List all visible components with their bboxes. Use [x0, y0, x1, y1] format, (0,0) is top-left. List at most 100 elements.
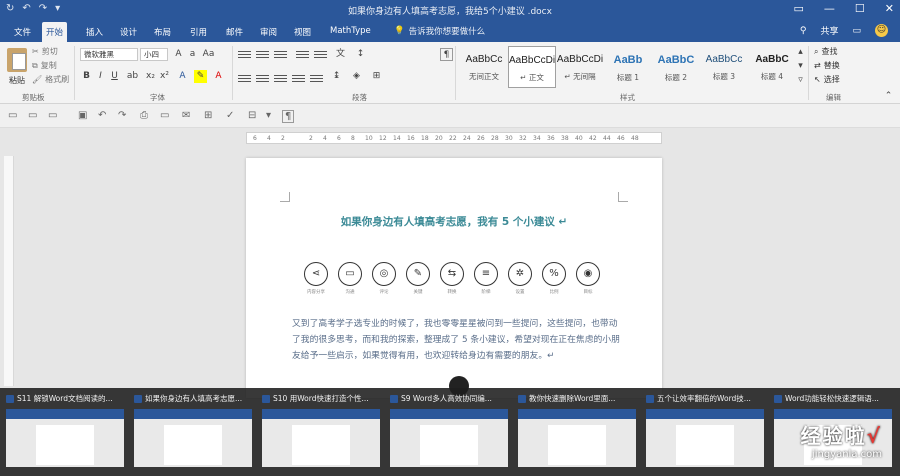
minimize-icon[interactable]: —: [824, 2, 835, 15]
tab-view[interactable]: 视图: [290, 24, 315, 40]
align-left-icon[interactable]: [238, 73, 251, 84]
paste-button[interactable]: 粘贴: [6, 46, 28, 90]
window-thumbnail[interactable]: 五个让效率翻倍的Word技...: [646, 393, 770, 473]
table-icon[interactable]: ⊞: [204, 110, 212, 121]
multilevel-list-icon[interactable]: [274, 49, 287, 60]
style-no-spacing-body[interactable]: AaBbCc 无间正文: [460, 46, 508, 88]
icon-glyph: ◉: [576, 262, 600, 286]
tell-me-search[interactable]: 💡 告诉我你想要做什么: [394, 25, 485, 37]
save-icon[interactable]: ▣: [78, 110, 87, 121]
italic-icon[interactable]: I: [94, 70, 107, 83]
spelling-icon[interactable]: ✓: [226, 110, 234, 121]
window-thumbnail[interactable]: S11 解锁Word文档阅读的...: [6, 393, 130, 473]
icon-caption: 关键: [413, 290, 423, 295]
replace-button[interactable]: ⇄ 替换: [814, 60, 840, 71]
ribbon-tabs: 文件 开始 插入 设计 布局 引用 邮件 审阅 视图 MathType 💡 告诉…: [0, 20, 900, 42]
tab-mathtype[interactable]: MathType: [326, 24, 375, 38]
close-icon[interactable]: ✕: [885, 2, 894, 15]
tab-insert[interactable]: 插入: [82, 24, 107, 40]
shrink-font-icon[interactable]: a: [186, 48, 199, 61]
decrease-indent-icon[interactable]: [296, 49, 309, 60]
maximize-icon[interactable]: ☐: [855, 2, 865, 15]
borders-icon[interactable]: ⊞: [370, 70, 383, 83]
underline-icon[interactable]: U: [108, 70, 121, 83]
bullets-icon[interactable]: [238, 49, 251, 60]
document-page[interactable]: 如果你身边有人填高考志愿，我有 5 个小建议 ↵ ⋖ 内容分享 ▭ 沟通 ◎ 评论 ✎…: [246, 158, 662, 398]
superscript-icon[interactable]: x²: [158, 70, 171, 83]
strikethrough-icon[interactable]: ab: [126, 70, 139, 83]
print-icon[interactable]: ▭: [48, 110, 57, 121]
style-heading-4[interactable]: AaBbC 标题 4: [748, 46, 796, 88]
highlight-icon[interactable]: ✎: [194, 70, 207, 83]
styles-scroll-up-icon[interactable]: ▴: [794, 46, 807, 59]
word-icon: [6, 394, 14, 403]
align-center-icon[interactable]: [256, 73, 269, 84]
window-thumbnail[interactable]: 如果你身边有人填高考志愿...: [134, 393, 258, 473]
smiley-icon[interactable]: ☺: [875, 24, 888, 37]
font-size-select[interactable]: 小四: [140, 48, 168, 61]
draw-table-icon[interactable]: ⊟: [248, 110, 256, 121]
ruler-tick: 16: [407, 135, 415, 142]
key-icon: ✎ 关键: [404, 262, 432, 302]
change-case-icon[interactable]: Aa: [202, 48, 215, 61]
numbering-icon[interactable]: [256, 49, 269, 60]
select-button[interactable]: ↖ 选择: [814, 74, 840, 85]
sort-icon[interactable]: ↕: [354, 48, 367, 61]
align-right-icon[interactable]: [274, 73, 287, 84]
style-no-spacing[interactable]: AaBbCcDi ↵ 无间隔: [556, 46, 604, 88]
ruler-tick: 6: [253, 135, 257, 142]
new-doc-icon[interactable]: ▭: [8, 110, 17, 121]
style-heading-1[interactable]: AaBb 标题 1: [604, 46, 652, 88]
format-painter-icon[interactable]: ¶: [282, 110, 295, 123]
style-heading-3[interactable]: AaBbCc 标题 3: [700, 46, 748, 88]
text-effects-icon[interactable]: A: [176, 70, 189, 83]
find-button[interactable]: ⌕ 查找: [814, 46, 837, 57]
copy-button[interactable]: ⧉ 复制: [32, 60, 57, 71]
show-marks-icon[interactable]: ¶: [440, 48, 453, 61]
cut-button[interactable]: ✂ 剪切: [32, 46, 58, 57]
tab-mailings[interactable]: 邮件: [222, 24, 247, 40]
vertical-ruler[interactable]: [4, 156, 14, 386]
thumbnail-title: 教你快速删除Word里面...: [529, 394, 616, 403]
share-button[interactable]: 共享: [820, 24, 838, 37]
collapse-ribbon-icon[interactable]: ⌃: [882, 90, 895, 103]
open-icon[interactable]: ▭: [28, 110, 37, 121]
tab-review[interactable]: 审阅: [256, 24, 281, 40]
shading-icon[interactable]: ◈: [350, 70, 363, 83]
chinese-layout-icon[interactable]: 文: [334, 48, 347, 61]
ribbon-display-icon[interactable]: ▭: [794, 2, 804, 15]
font-name-select[interactable]: 微软雅黑: [80, 48, 138, 61]
justify-icon[interactable]: [292, 73, 305, 84]
quick-print-icon[interactable]: ⎙: [140, 110, 148, 121]
redo-icon[interactable]: ↷: [118, 110, 126, 121]
grow-font-icon[interactable]: A: [172, 48, 185, 61]
line-spacing-icon[interactable]: ↨: [330, 70, 343, 83]
tab-references[interactable]: 引用: [186, 24, 211, 40]
distributed-icon[interactable]: [310, 73, 323, 84]
style-sample: AaBbCcDi: [556, 54, 604, 65]
font-color-icon[interactable]: A: [212, 70, 225, 83]
window-thumbnail[interactable]: S9 Word多人高效协同编...: [390, 393, 514, 473]
ruler-tick: 4: [323, 135, 327, 142]
tab-design[interactable]: 设计: [116, 24, 141, 40]
email-icon[interactable]: ✉: [182, 110, 190, 121]
subscript-icon[interactable]: x₂: [144, 70, 157, 83]
format-painter-button[interactable]: 🖌 格式刷: [32, 74, 69, 85]
window-thumbnail[interactable]: 教你快速删除Word里面...: [518, 393, 642, 473]
style-name: 标题 4: [760, 72, 784, 81]
print-preview-icon[interactable]: ▭: [160, 110, 169, 121]
window-thumbnail[interactable]: S10 用Word快速打造个性...: [262, 393, 386, 473]
tab-layout[interactable]: 布局: [150, 24, 175, 40]
bold-icon[interactable]: B: [80, 70, 93, 83]
undo-icon[interactable]: ↶: [98, 110, 106, 121]
tab-home[interactable]: 开始: [42, 22, 68, 42]
dropdown-icon[interactable]: ▾: [266, 110, 271, 121]
comments-icon[interactable]: ▭: [852, 26, 861, 36]
horizontal-ruler[interactable]: 6 4 2 2 4 6 8 10 12 14 16 18 20 22 24 26…: [246, 132, 662, 144]
styles-more-icon[interactable]: ▿: [794, 74, 807, 87]
style-normal[interactable]: AaBbCcDi ↵ 正文: [508, 46, 556, 88]
tab-file[interactable]: 文件: [10, 24, 35, 40]
style-heading-2[interactable]: AaBbC 标题 2: [652, 46, 700, 88]
styles-scroll-down-icon[interactable]: ▾: [794, 60, 807, 73]
increase-indent-icon[interactable]: [314, 49, 327, 60]
